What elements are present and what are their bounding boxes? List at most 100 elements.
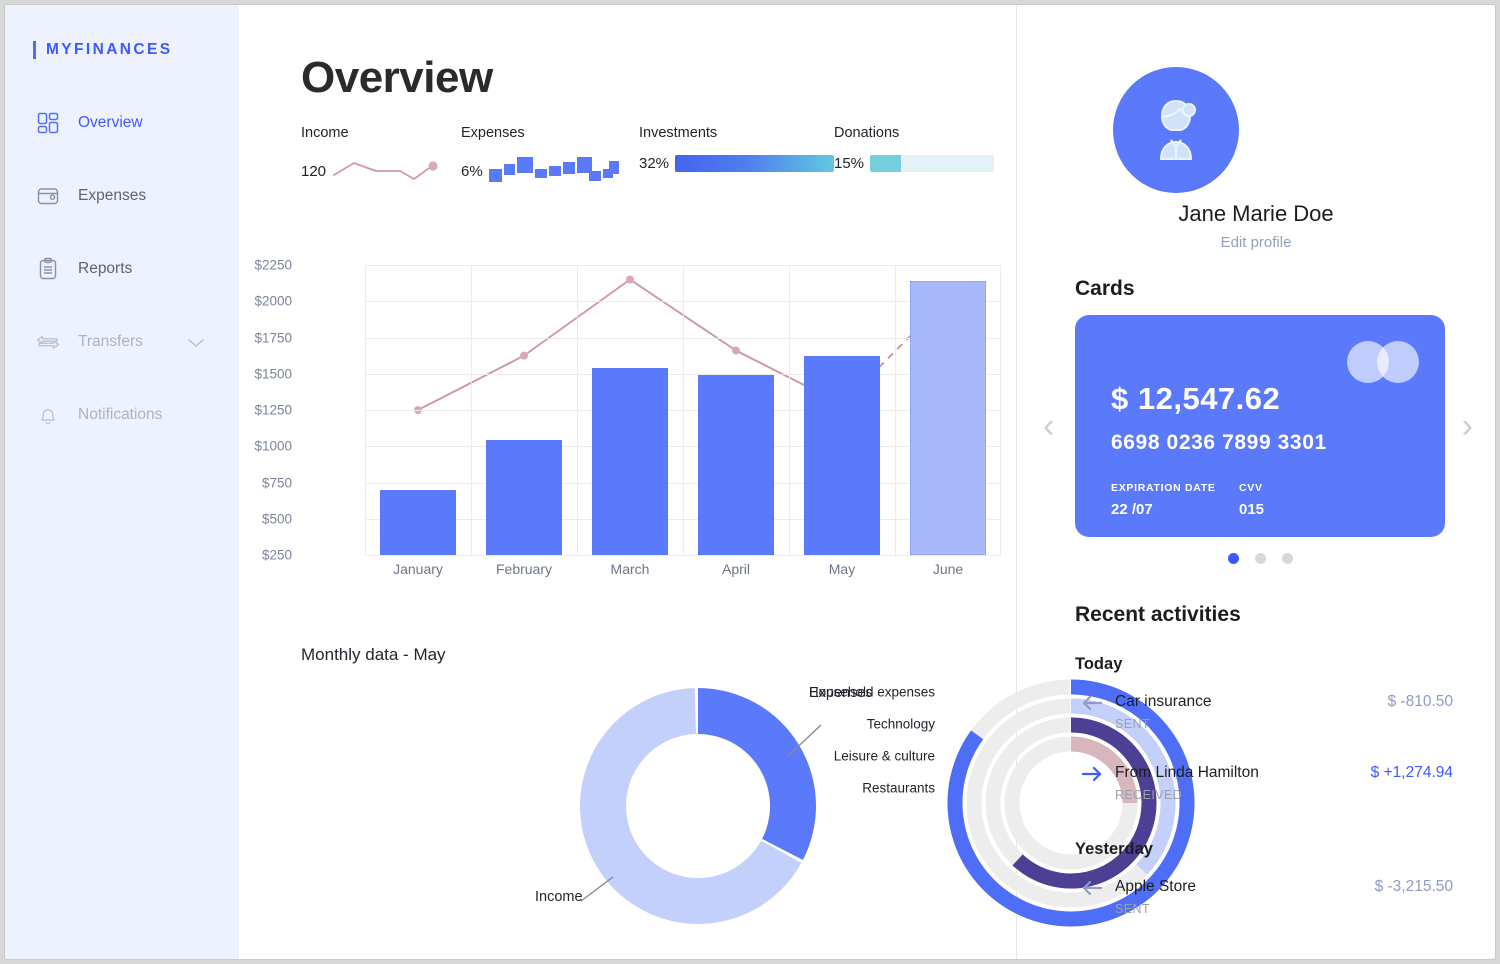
gridline <box>471 265 472 555</box>
prev-card-button[interactable]: ‹ <box>1043 409 1054 443</box>
y-axis-label: $1250 <box>254 402 292 418</box>
kpi-title: Expenses <box>461 125 525 141</box>
donations-bar-fill <box>870 155 902 172</box>
kpi-value: 15% <box>834 155 865 172</box>
arrow-left-icon <box>1081 879 1103 902</box>
bar[interactable] <box>485 440 563 555</box>
clipboard-icon <box>35 256 61 282</box>
credit-card[interactable]: $ 12,547.62 6698 0236 7899 3301 EXPIRATI… <box>1075 315 1445 537</box>
sidebar-item-overview[interactable]: Overview <box>5 101 239 145</box>
arrow-left-icon <box>1081 694 1103 717</box>
chevron-down-icon[interactable] <box>187 336 205 354</box>
sidebar-nav: Overview Expenses Reports Transfers Noti… <box>5 101 239 437</box>
bar[interactable] <box>909 280 987 555</box>
activity-amount: $ +1,274.94 <box>1370 764 1453 781</box>
y-axis-label: $1000 <box>254 438 292 454</box>
kpi-value: 6% <box>461 163 483 180</box>
sidebar-item-label: Transfers <box>78 333 143 350</box>
activities-title: Recent activities <box>1075 603 1241 626</box>
card-balance: $ 12,547.62 <box>1111 381 1281 416</box>
bar[interactable] <box>591 367 669 555</box>
bar[interactable] <box>697 375 775 555</box>
dashboard-content: Overview Income 120 Expenses 6% Investme… <box>239 5 1195 959</box>
investments-bar-fill <box>675 155 834 172</box>
kpi-expenses[interactable]: Expenses 6% <box>461 125 639 188</box>
kpi-donations[interactable]: Donations 15% <box>834 125 994 188</box>
bar[interactable] <box>379 489 457 555</box>
activity-name: From Linda Hamilton <box>1115 764 1259 781</box>
sidebar-item-label: Notifications <box>78 406 163 423</box>
activity-name: Car insurance <box>1115 693 1212 710</box>
card-cvv-value: 015 <box>1239 501 1265 518</box>
activity-status: SENT <box>1115 717 1150 731</box>
carousel-dot[interactable] <box>1227 553 1239 564</box>
y-axis-label: $500 <box>261 511 292 527</box>
gridline <box>895 265 896 555</box>
y-axis-label: $2000 <box>254 293 292 309</box>
page-title: Overview <box>301 53 493 102</box>
y-axis-label: $750 <box>261 475 292 490</box>
kpi-investments[interactable]: Investments 32% <box>639 125 834 188</box>
x-axis-label: February <box>495 561 553 577</box>
user-avatar-icon <box>1159 99 1196 160</box>
donations-bar-track <box>870 155 994 172</box>
card-cvv-label: CVV <box>1239 482 1263 494</box>
expenses-minibars <box>488 155 622 188</box>
card-expiration-label: EXPIRATION DATE <box>1111 482 1216 494</box>
x-axis-label: March <box>610 561 650 577</box>
donut-label-income: Income <box>535 889 583 905</box>
sidebar-item-notifications[interactable]: Notifications <box>5 393 239 437</box>
brand-logo: MYFINANCES <box>33 41 239 59</box>
bell-icon <box>35 402 61 428</box>
kpi-value: 32% <box>639 155 670 172</box>
next-card-button[interactable]: › <box>1462 409 1473 443</box>
gridline <box>683 265 684 555</box>
chart-plot-area <box>365 265 1001 556</box>
radial-label-technology: Technology <box>866 716 935 732</box>
sidebar-item-transfers[interactable]: Transfers <box>5 320 239 364</box>
main-area: Overview Income 120 Expenses 6% Investme… <box>239 5 1495 959</box>
dashboard-window: MYFINANCES Overview Expenses Reports Tra… <box>4 4 1496 960</box>
kpi-income[interactable]: Income 120 <box>301 125 461 188</box>
wallet-icon <box>35 183 61 209</box>
y-axis-label: $250 <box>261 547 292 563</box>
kpi-value: 120 <box>301 163 327 180</box>
carousel-dot[interactable] <box>1254 553 1266 564</box>
brand-accent-bar <box>33 41 36 59</box>
logo-circle-right <box>1377 341 1419 383</box>
x-axis-label: June <box>932 561 964 577</box>
kpi-row: Income 120 Expenses 6% Investments 32% D… <box>301 125 1001 188</box>
radial-label-household: Household expenses <box>808 684 935 700</box>
right-panel: Jane Marie Doe Edit profile Cards ‹ › $ … <box>1017 5 1495 959</box>
activity-status: SENT <box>1115 902 1150 916</box>
gridline <box>577 265 578 555</box>
sidebar: MYFINANCES Overview Expenses Reports Tra… <box>5 5 239 959</box>
sidebar-item-label: Reports <box>78 260 133 277</box>
gridline <box>365 555 1001 556</box>
card-number: 6698 0236 7899 3301 <box>1111 431 1327 454</box>
sidebar-item-expenses[interactable]: Expenses <box>5 174 239 218</box>
y-axis-label: $1750 <box>254 330 292 345</box>
activity-status: RECEIVED <box>1115 788 1183 802</box>
radial-label-leisure: Leisure & culture <box>833 748 935 764</box>
y-axis-label: $1500 <box>254 366 292 382</box>
transfer-arrows-icon <box>35 329 61 355</box>
bar[interactable] <box>803 356 881 555</box>
radial-label-restaurants: Restaurants <box>862 780 935 796</box>
card-brand-logo-icon <box>1347 341 1419 383</box>
avatar[interactable] <box>1113 67 1239 193</box>
arrow-right-icon <box>1081 765 1103 788</box>
sidebar-item-label: Overview <box>78 114 143 131</box>
edit-profile-link[interactable]: Edit profile <box>1017 234 1495 251</box>
kpi-title: Donations <box>834 125 900 141</box>
grid-icon <box>35 110 61 136</box>
activity-name: Apple Store <box>1115 878 1196 895</box>
profile-name: Jane Marie Doe <box>1178 201 1334 226</box>
kpi-title: Income <box>301 125 349 141</box>
sidebar-item-reports[interactable]: Reports <box>5 247 239 291</box>
y-axis-label: $2250 <box>254 257 292 273</box>
gridline <box>789 265 790 555</box>
activity-day-header: Yesterday <box>1075 840 1153 858</box>
kpi-title: Investments <box>639 125 718 141</box>
carousel-dot[interactable] <box>1281 553 1293 564</box>
